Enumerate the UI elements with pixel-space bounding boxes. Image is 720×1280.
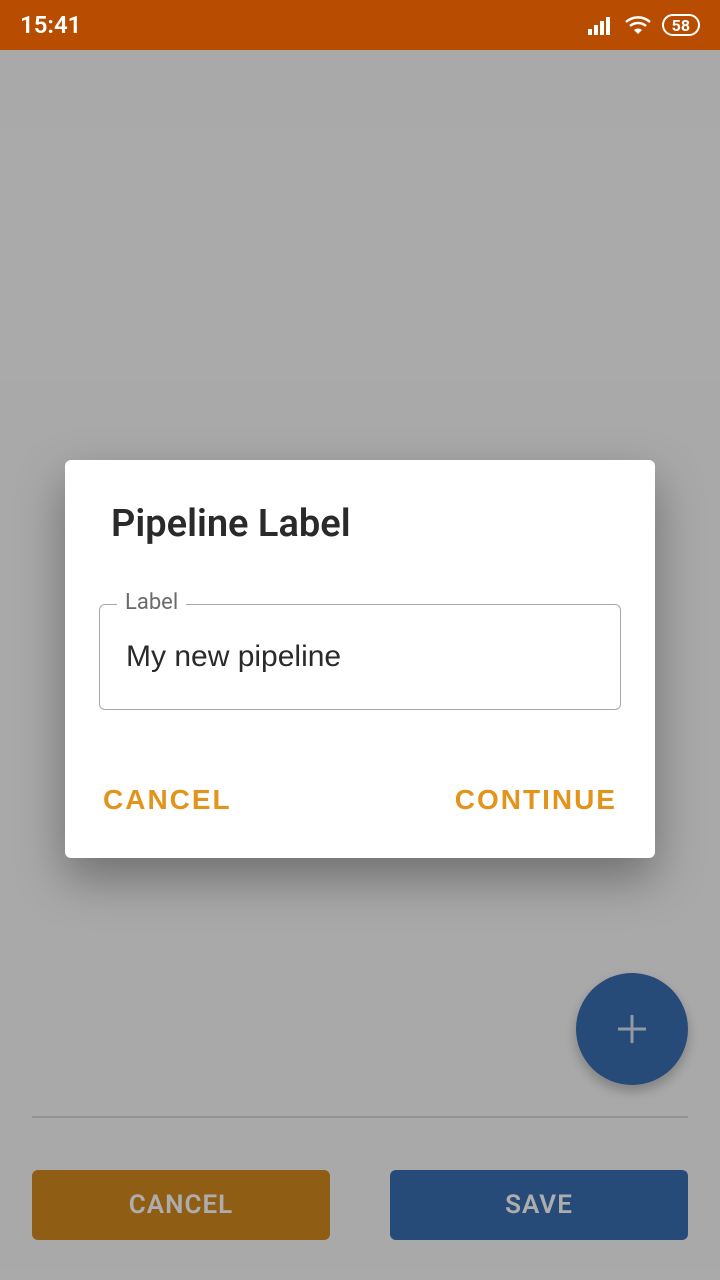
dialog-continue-label: CONTINUE xyxy=(455,784,617,815)
status-time: 15:41 xyxy=(20,11,81,39)
dialog-title: Pipeline Label xyxy=(111,502,621,546)
dialog-continue-button[interactable]: CONTINUE xyxy=(451,778,621,822)
battery-indicator: 58 xyxy=(662,14,700,36)
label-input[interactable] xyxy=(99,604,621,710)
wifi-icon xyxy=(624,14,652,36)
battery-value: 58 xyxy=(672,16,690,35)
status-bar: 15:41 58 xyxy=(0,0,720,50)
dialog-cancel-button[interactable]: CANCEL xyxy=(99,778,236,822)
dialog-actions: CANCEL CONTINUE xyxy=(99,778,621,830)
status-icons: 58 xyxy=(588,14,700,36)
pipeline-label-dialog: Pipeline Label Label CANCEL CONTINUE xyxy=(65,460,655,858)
label-field-wrap: Label xyxy=(99,604,621,710)
signal-icon xyxy=(588,15,614,35)
label-field-caption: Label xyxy=(117,590,186,615)
dialog-cancel-label: CANCEL xyxy=(103,784,232,815)
